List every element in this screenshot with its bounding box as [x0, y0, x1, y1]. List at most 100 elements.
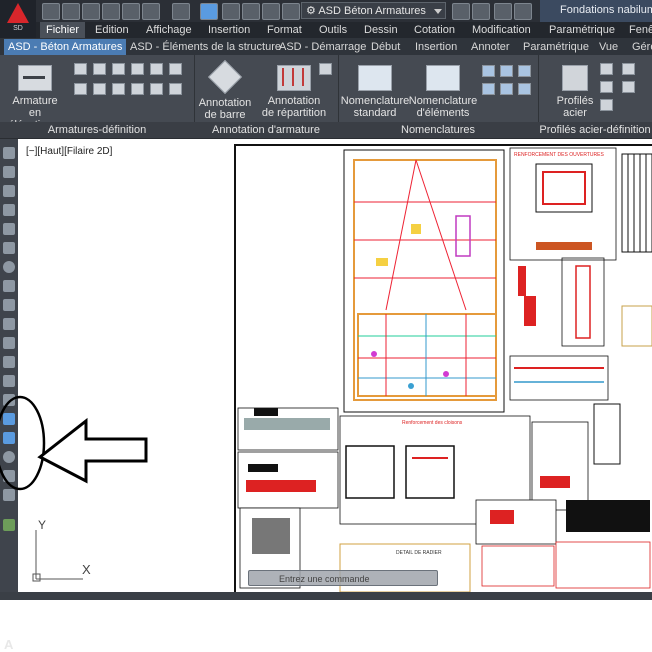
ouvertures-title: RENFORCEMENT DES OUVERTURES	[514, 152, 604, 158]
insert-block-icon[interactable]	[3, 356, 15, 368]
tab-annoter[interactable]: Annoter	[471, 39, 510, 55]
dropdown-icon[interactable]	[514, 3, 532, 20]
menu-dessin[interactable]: Dessin	[364, 22, 398, 38]
match-icon[interactable]	[200, 3, 218, 20]
gear-icon: ⚙	[306, 5, 319, 17]
revision-cloud-icon[interactable]	[3, 280, 15, 292]
menu-modification[interactable]: Modification	[472, 22, 531, 38]
add-selected-icon[interactable]	[3, 519, 15, 531]
schedule-small-icon-6[interactable]	[518, 83, 531, 95]
bar-edit-icon[interactable]	[150, 83, 163, 95]
make-block-icon[interactable]	[3, 375, 15, 387]
arc-tool-icon[interactable]	[3, 242, 15, 254]
undo-icon[interactable]	[142, 3, 160, 20]
profile-small-icon-4[interactable]	[622, 81, 635, 93]
profiles-acier-button[interactable]: Profilés acier	[548, 65, 602, 119]
ellipse-tool-icon[interactable]	[3, 318, 15, 330]
schedule-small-icon-3[interactable]	[518, 65, 531, 77]
menu-insertion[interactable]: Insertion	[208, 22, 250, 38]
panel-profiles-acier: Profilés acier Profilés acier-définition	[538, 55, 652, 138]
nomenclature-standard-line1: Nomenclature	[340, 95, 410, 107]
rectangle-tool-icon[interactable]	[3, 223, 15, 235]
command-input[interactable]: Entrez une commande	[248, 570, 438, 586]
tab-gerer[interactable]: Gére	[632, 39, 652, 55]
print-icon[interactable]	[122, 3, 140, 20]
polyline-tool-icon[interactable]	[3, 185, 15, 197]
bar-anchor-icon[interactable]	[169, 63, 182, 75]
publish-icon[interactable]	[242, 3, 260, 20]
paste-icon[interactable]	[282, 3, 300, 20]
nomenclature-elements-button[interactable]: Nomenclature d'éléments	[406, 65, 480, 119]
profile-small-icon-1[interactable]	[600, 63, 613, 75]
schedule-small-icon-5[interactable]	[500, 83, 513, 95]
annotation-options-icon[interactable]	[319, 63, 332, 75]
bar-group-icon[interactable]	[112, 83, 125, 95]
annotation-repartition-line1: Annotation	[267, 95, 321, 107]
bar-hook-icon[interactable]	[112, 63, 125, 75]
profile-small-icon-2[interactable]	[622, 63, 635, 75]
document-title: Fondations nabilum	[540, 0, 652, 22]
menu-format[interactable]: Format	[267, 22, 302, 38]
menu-edition[interactable]: Edition	[95, 22, 129, 38]
layer-icon[interactable]	[222, 3, 240, 20]
menu-cotation[interactable]: Cotation	[414, 22, 455, 38]
nomenclature-standard-button[interactable]: Nomenclature standard	[340, 65, 410, 119]
display-icon[interactable]	[494, 3, 512, 20]
tab-asd-elements-structure[interactable]: ASD - Éléments de la structure	[130, 39, 281, 55]
workspace-selector[interactable]: ⚙ ASD Béton Armatures	[301, 2, 446, 19]
annotation-marker	[0, 395, 148, 491]
copy-icon[interactable]	[262, 3, 280, 20]
bar-copy-icon[interactable]	[169, 83, 182, 95]
bar-bent-icon[interactable]	[93, 63, 106, 75]
bar-spiral-icon[interactable]	[150, 63, 163, 75]
tab-asd-demarrage[interactable]: ASD - Démarrage	[279, 39, 366, 55]
bar-mesh-icon[interactable]	[131, 83, 144, 95]
layers-icon[interactable]	[472, 3, 490, 20]
tab-asd-beton-armatures[interactable]: ASD - Béton Armatures	[4, 39, 127, 55]
panel-annotation-armature: Annotation de barre Annotation de répart…	[194, 55, 339, 138]
tab-insertion[interactable]: Insertion	[415, 39, 457, 55]
line-tool-icon[interactable]	[3, 147, 15, 159]
profile-small-icon-3[interactable]	[600, 81, 613, 93]
menu-fichier[interactable]: Fichier	[40, 22, 86, 38]
distribution-icon	[277, 65, 311, 91]
save-workspace-icon[interactable]	[452, 3, 470, 20]
schedule-small-icon-4[interactable]	[482, 83, 495, 95]
bar-distribution-icon[interactable]	[74, 83, 87, 95]
menu-affichage[interactable]: Affichage	[146, 22, 192, 38]
profile-small-icon-5[interactable]	[600, 99, 613, 111]
panel-title-nomenclatures: Nomenclatures	[338, 122, 538, 138]
schedule-small-icon-2[interactable]	[500, 65, 513, 77]
save-icon[interactable]	[82, 3, 100, 20]
construction-line-icon[interactable]	[3, 166, 15, 178]
bar-stirrup-icon[interactable]	[131, 63, 144, 75]
tab-debut[interactable]: Début	[371, 39, 400, 55]
menu-outils[interactable]: Outils	[319, 22, 347, 38]
viewport-controls[interactable]: [−][Haut][Filaire 2D]	[26, 146, 112, 157]
panel-title-armatures: Armatures-définition	[0, 122, 194, 138]
menu-fenetre[interactable]: Fenêt	[629, 22, 652, 38]
tab-parametrique[interactable]: Paramétrique	[523, 39, 589, 55]
cloisons-title: Renforcement des cloisons	[402, 420, 463, 426]
ellipse-arc-icon[interactable]	[3, 337, 15, 349]
spline-tool-icon[interactable]	[3, 299, 15, 311]
annotation-repartition-line2: de répartition	[261, 107, 327, 119]
bar-straight-icon[interactable]	[74, 63, 87, 75]
panel-title-annotation: Annotation d'armature	[194, 122, 338, 138]
tab-vue[interactable]: Vue	[599, 39, 618, 55]
bar-section-icon[interactable]	[93, 83, 106, 95]
redo-icon[interactable]	[172, 3, 190, 20]
schedule-small-icon-1[interactable]	[482, 65, 495, 77]
workspace-label: ASD Béton Armatures	[318, 5, 426, 17]
radier-title: DETAIL DE RADIER	[396, 550, 442, 556]
menu-parametrique[interactable]: Paramétrique	[549, 22, 615, 38]
open-file-icon[interactable]	[62, 3, 80, 20]
save-as-icon[interactable]	[102, 3, 120, 20]
ucs-y-label: Y	[38, 518, 47, 532]
polygon-tool-icon[interactable]	[3, 204, 15, 216]
multiline-text-icon[interactable]: A	[4, 637, 13, 652]
application-menu-button[interactable]: SD	[0, 0, 36, 38]
circle-tool-icon[interactable]	[3, 261, 15, 273]
new-file-icon[interactable]	[42, 3, 60, 20]
annotation-barre-button[interactable]: Annotation de barre	[196, 60, 254, 121]
